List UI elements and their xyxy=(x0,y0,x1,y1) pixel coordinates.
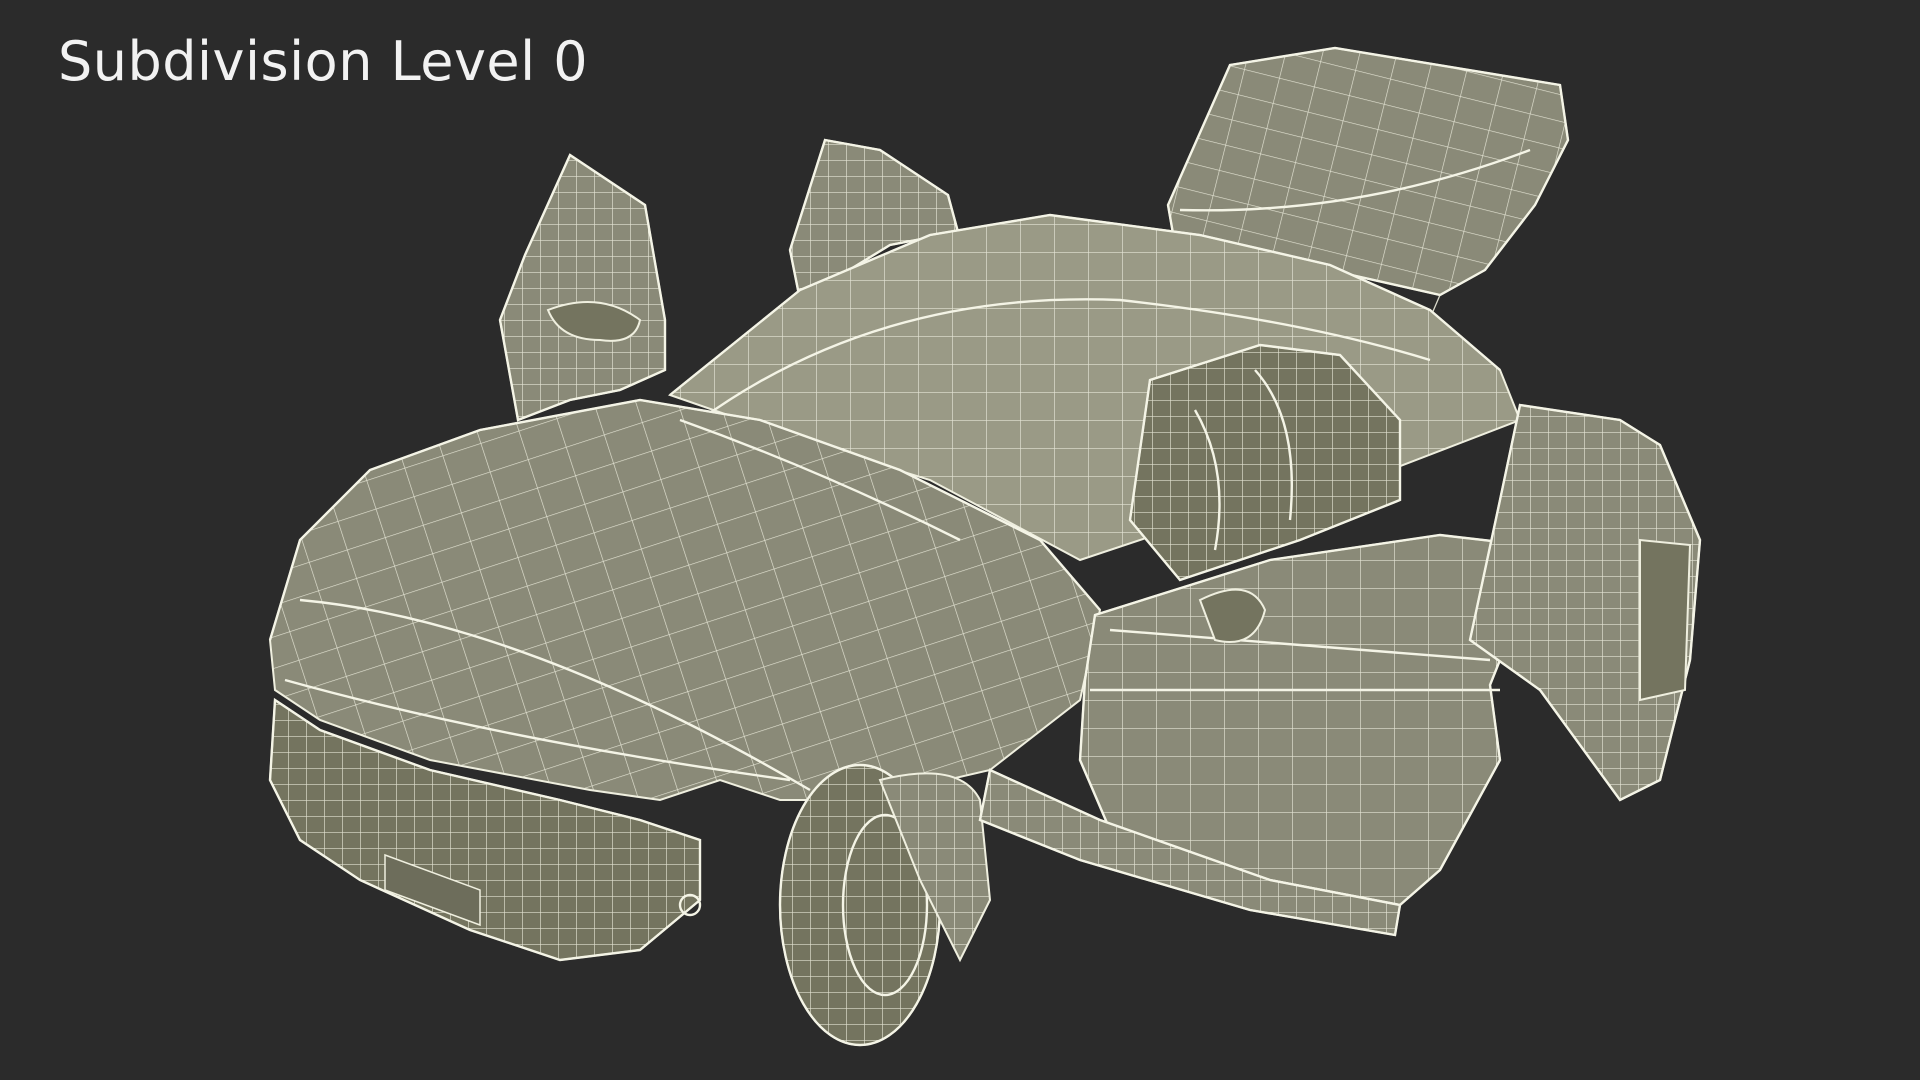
viewport: Subdivision Level 0 xyxy=(0,0,1920,1080)
front-left-door xyxy=(498,153,667,422)
front-wheel xyxy=(778,763,992,1047)
interior xyxy=(1128,343,1402,582)
car-wireframe-render xyxy=(268,46,1702,1047)
rear-right-door xyxy=(1468,403,1702,802)
